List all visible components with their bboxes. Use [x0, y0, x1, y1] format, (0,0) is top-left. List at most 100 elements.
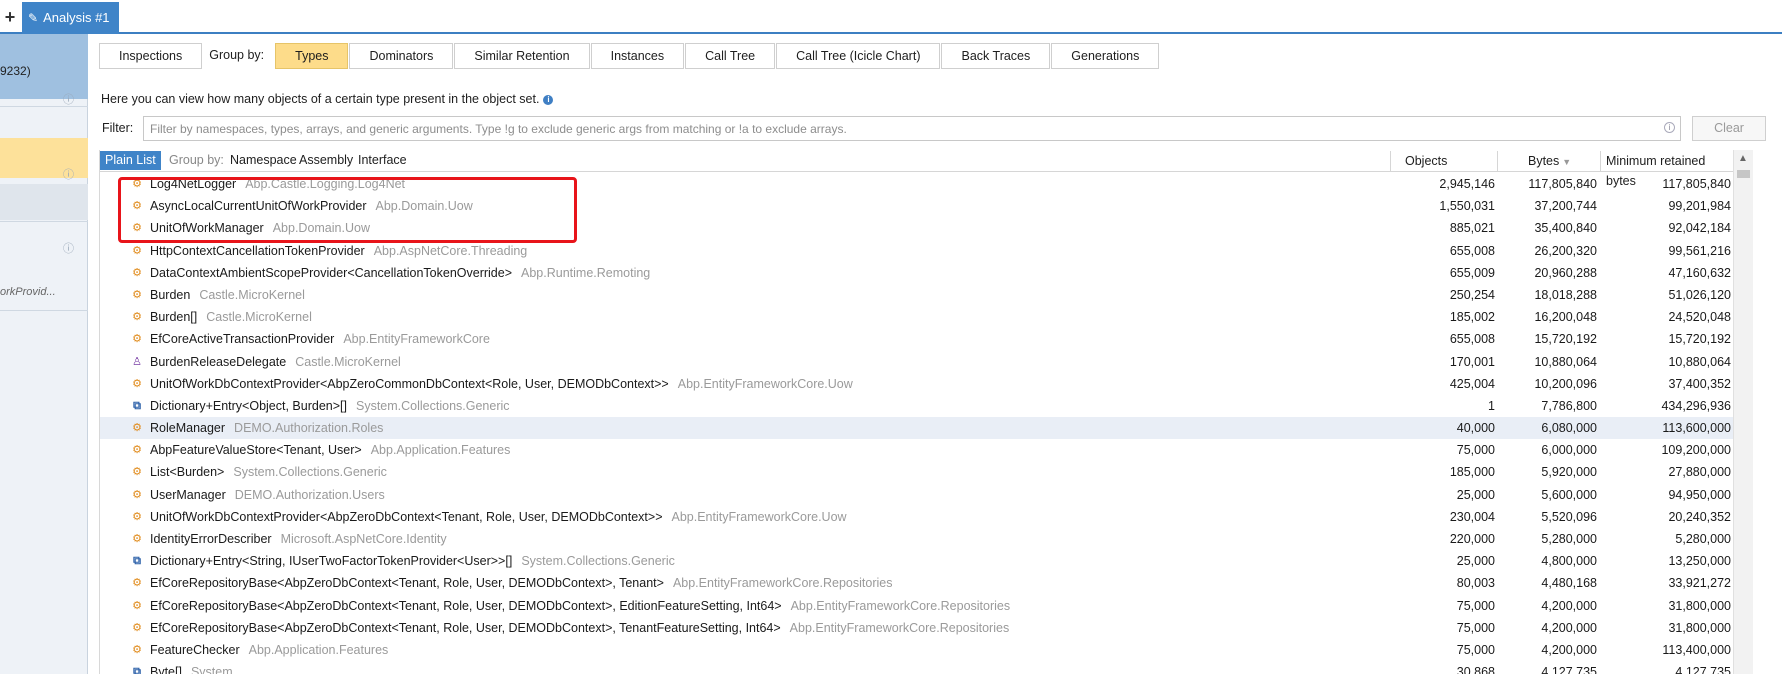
- type-namespace: System.Collections.Generic: [233, 465, 387, 480]
- type-name-text: BurdenReleaseDelegate: [150, 354, 287, 369]
- table-row[interactable]: ⧉ Dictionary+Entry<String, IUserTwoFactor…: [100, 550, 1733, 572]
- table-row[interactable]: ⚙ EfCoreRepositoryBase<AbpZeroDbContext<T…: [100, 595, 1733, 617]
- type-name-text: UnitOfWorkDbContextProvider<AbpZeroCommo…: [150, 376, 669, 391]
- retained-bytes-cell: 20,240,352: [1668, 509, 1731, 524]
- table-row[interactable]: ♙ BurdenReleaseDelegate Castle.MicroKernel…: [100, 351, 1733, 373]
- info-icon: ⓘ: [63, 243, 74, 255]
- class-icon: ⚙: [132, 377, 142, 390]
- type-name: Byte[] System: [150, 661, 233, 674]
- left-pane-highlight-item[interactable]: [0, 138, 88, 178]
- class-icon: ⚙: [132, 621, 142, 634]
- type-name: Dictionary+Entry<String, IUserTwoFactorT…: [150, 550, 675, 572]
- type-namespace: System.Collections.Generic: [521, 554, 675, 569]
- retained-bytes-cell: 31,800,000: [1668, 620, 1731, 635]
- type-name: UserManager DEMO.Authorization.Users: [150, 484, 385, 506]
- table-row[interactable]: ⚙ HttpContextCancellationTokenProvider Abp…: [100, 240, 1733, 262]
- left-pane-selected-item[interactable]: 9232): [0, 34, 88, 99]
- column-header-retained[interactable]: Minimum retained bytes: [1600, 151, 1733, 188]
- group-by-namespace[interactable]: Namespace: [230, 151, 297, 170]
- info-icon[interactable]: i: [543, 95, 554, 105]
- tab-back-traces[interactable]: Back Traces: [941, 43, 1051, 69]
- table-row[interactable]: ⚙ UserManager DEMO.Authorization.Users 25,0…: [100, 484, 1733, 506]
- table-row[interactable]: ⚙ RoleManager DEMO.Authorization.Roles 40,0…: [100, 417, 1733, 440]
- tab-dominators[interactable]: Dominators: [349, 43, 454, 69]
- table-row[interactable]: ⚙ UnitOfWorkDbContextProvider<AbpZeroComm…: [100, 373, 1733, 395]
- tab-inspections[interactable]: Inspections: [99, 43, 203, 69]
- class-icon: ⚙: [132, 222, 142, 235]
- left-pane: 9232) ⓘ ⓘ ⓘ orkProvid...: [0, 34, 88, 674]
- bytes-cell: 16,200,048: [1534, 310, 1597, 325]
- column-header-objects-label: Objects: [1405, 154, 1448, 168]
- class-array-icon: ⚙: [132, 311, 142, 324]
- bytes-cell: 35,400,840: [1534, 221, 1597, 236]
- group-by-interface[interactable]: Interface: [358, 151, 407, 170]
- bytes-cell: 4,200,000: [1541, 642, 1597, 657]
- group-by-assembly[interactable]: Assembly: [299, 151, 353, 170]
- table-row[interactable]: ⚙ UnitOfWorkDbContextProvider<AbpZeroDbCo…: [100, 506, 1733, 528]
- type-name: EfCoreActiveTransactionProvider Abp.Entit…: [150, 328, 490, 350]
- retained-bytes-cell: 92,042,184: [1668, 221, 1731, 236]
- table-row[interactable]: ⚙ FeatureChecker Abp.Application.Features 7…: [100, 639, 1733, 661]
- retained-bytes-cell: 113,600,000: [1662, 421, 1731, 436]
- class-icon: ⚙: [132, 444, 142, 457]
- objects-cell: 75,000: [1456, 443, 1495, 458]
- app-window: + ✎ Analysis #1 9232) ⓘ ⓘ ⓘ orkProvid... …: [0, 0, 1782, 674]
- clear-button[interactable]: Clear: [1692, 116, 1766, 141]
- left-pane-gray-item[interactable]: [0, 184, 88, 220]
- type-name: FeatureChecker Abp.Application.Features: [150, 639, 388, 661]
- tab-call-tree[interactable]: Call Tree: [685, 43, 776, 69]
- table-row[interactable]: ⚙ EfCoreActiveTransactionProvider Abp.Enti…: [100, 328, 1733, 350]
- table-row[interactable]: ⚙ Burden Castle.MicroKernel 250,254 18,018,2…: [100, 284, 1733, 306]
- table-row[interactable]: ⚙ AsyncLocalCurrentUnitOfWorkProvider Abp.…: [100, 195, 1733, 217]
- type-namespace: Abp.EntityFrameworkCore.Repositories: [789, 620, 1010, 635]
- scrollbar-thumb[interactable]: [1737, 170, 1750, 178]
- class-icon: ⚙: [132, 422, 142, 435]
- hint-text: Here you can view how many objects of a …: [101, 92, 554, 106]
- table-row[interactable]: ⚙ IdentityErrorDescriber Microsoft.AspNetC…: [100, 528, 1733, 550]
- table-row[interactable]: ⚙ EfCoreRepositoryBase<AbpZeroDbContext<T…: [100, 617, 1733, 639]
- vertical-scrollbar[interactable]: ▲: [1733, 150, 1753, 674]
- filter-label: Filter:: [102, 121, 134, 135]
- type-name: EfCoreRepositoryBase<AbpZeroDbContext<Te…: [150, 617, 1009, 639]
- type-name: IdentityErrorDescriber Microsoft.AspNetCo…: [150, 528, 447, 550]
- table-row[interactable]: ⚙ AbpFeatureValueStore<Tenant, User> Abp.A…: [100, 439, 1733, 461]
- tab-call-tree-icicle[interactable]: Call Tree (Icicle Chart): [776, 43, 941, 69]
- table-row[interactable]: ⧉ Dictionary+Entry<Object, Burden>[] Syste…: [100, 395, 1733, 417]
- tab-types[interactable]: Types: [275, 43, 349, 69]
- tab-instances[interactable]: Instances: [590, 43, 685, 69]
- filter-input[interactable]: [143, 116, 1681, 141]
- bytes-cell: 26,200,320: [1534, 243, 1597, 258]
- objects-cell: 30,868: [1456, 665, 1495, 674]
- plain-list-toggle[interactable]: Plain List: [100, 151, 161, 170]
- add-tab-button[interactable]: +: [0, 2, 20, 32]
- scroll-up-icon[interactable]: ▲: [1738, 153, 1748, 164]
- type-name: List<Burden> System.Collections.Generic: [150, 461, 387, 483]
- bytes-cell: 5,520,096: [1541, 509, 1597, 524]
- retained-bytes-cell: 99,201,984: [1668, 199, 1731, 214]
- bytes-cell: 4,800,000: [1541, 554, 1597, 569]
- table-row[interactable]: ⚙ Burden[] Castle.MicroKernel 185,002 16,200…: [100, 306, 1733, 328]
- table-row[interactable]: ⧉ Byte[] System 30,868 4,127,735 4,127,735: [100, 661, 1733, 674]
- column-header-bytes[interactable]: Bytes ▼: [1497, 151, 1597, 171]
- table-row[interactable]: ⚙ List<Burden> System.Collections.Generic 1…: [100, 461, 1733, 483]
- tab-similar-retention[interactable]: Similar Retention: [454, 43, 590, 69]
- retained-bytes-cell: 51,026,120: [1668, 287, 1731, 302]
- type-name-text: EfCoreRepositoryBase<AbpZeroDbContext<Te…: [150, 576, 664, 591]
- column-header-objects[interactable]: Objects: [1390, 151, 1495, 171]
- objects-cell: 655,008: [1449, 243, 1495, 258]
- filter-info-icon[interactable]: i: [1664, 122, 1675, 133]
- table-row[interactable]: ⚙ UnitOfWorkManager Abp.Domain.Uow 885,021 3…: [100, 217, 1733, 239]
- type-name-text: UnitOfWorkDbContextProvider<AbpZeroDbCon…: [150, 509, 663, 524]
- type-namespace: DEMO.Authorization.Roles: [234, 421, 384, 436]
- table-row[interactable]: ⚙ DataContextAmbientScopeProvider<Cancell…: [100, 262, 1733, 284]
- grid-rows: ⚙ Log4NetLogger Abp.Castle.Logging.Log4Net…: [100, 173, 1733, 674]
- type-name: Burden[] Castle.MicroKernel: [150, 306, 312, 328]
- type-name: UnitOfWorkManager Abp.Domain.Uow: [150, 217, 370, 239]
- divider: [0, 106, 88, 107]
- table-row[interactable]: ⚙ EfCoreRepositoryBase<AbpZeroDbContext<T…: [100, 572, 1733, 594]
- tab-analysis-1[interactable]: ✎ Analysis #1: [22, 2, 119, 34]
- info-icon: ⓘ: [63, 94, 74, 106]
- table-row[interactable]: ⚙ Log4NetLogger Abp.Castle.Logging.Log4Net…: [100, 173, 1733, 195]
- tab-generations[interactable]: Generations: [1051, 43, 1160, 69]
- objects-cell: 425,004: [1449, 376, 1495, 391]
